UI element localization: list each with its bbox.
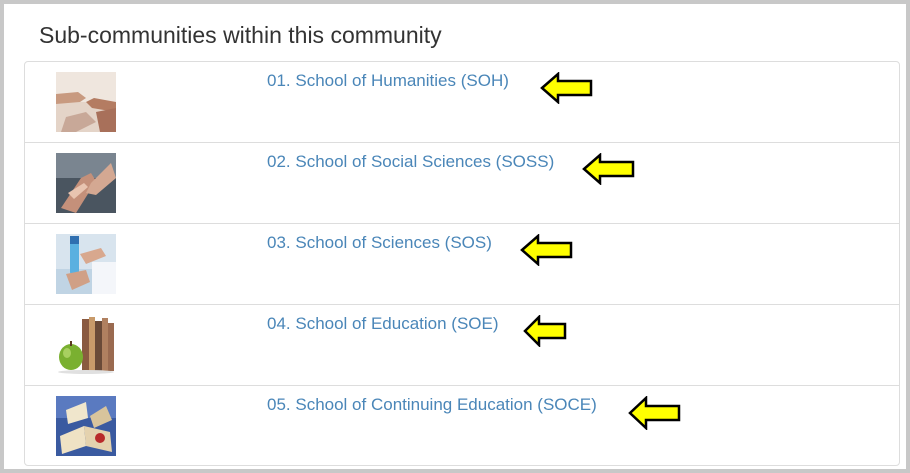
hands-reaching-image[interactable] — [56, 72, 116, 132]
sub-community-link-soce[interactable]: 05. School of Continuing Education (SOCE… — [267, 394, 597, 416]
open-books-image[interactable] — [56, 396, 116, 456]
list-item-soh: 01. School of Humanities (SOH) — [25, 62, 899, 143]
sub-communities-panel: Sub-communities within this community 01… — [0, 0, 910, 473]
list-item-soe: 04. School of Education (SOE) — [25, 305, 899, 386]
test-tube-image[interactable] — [56, 234, 116, 294]
arrow-left-icon — [582, 153, 635, 185]
list-item-soss: 02. School of Social Sciences (SOSS) — [25, 143, 899, 224]
arrow-left-icon — [523, 315, 567, 347]
list-item-soce: 05. School of Continuing Education (SOCE… — [25, 386, 899, 467]
arrow-left-icon — [540, 72, 593, 104]
sub-community-link-soh[interactable]: 01. School of Humanities (SOH) — [267, 70, 509, 92]
hands-touching-image[interactable] — [56, 153, 116, 213]
arrow-left-icon — [520, 234, 573, 266]
sub-community-list: 01. School of Humanities (SOH) 02. Schoo… — [24, 61, 900, 466]
list-item-sos: 03. School of Sciences (SOS) — [25, 224, 899, 305]
panel-title: Sub-communities within this community — [39, 22, 442, 48]
sub-community-link-soss[interactable]: 02. School of Social Sciences (SOSS) — [267, 151, 554, 173]
apple-and-books-image[interactable] — [56, 315, 116, 375]
sub-community-link-sos[interactable]: 03. School of Sciences (SOS) — [267, 232, 492, 254]
sub-community-link-soe[interactable]: 04. School of Education (SOE) — [267, 313, 499, 335]
arrow-left-icon — [628, 396, 681, 430]
